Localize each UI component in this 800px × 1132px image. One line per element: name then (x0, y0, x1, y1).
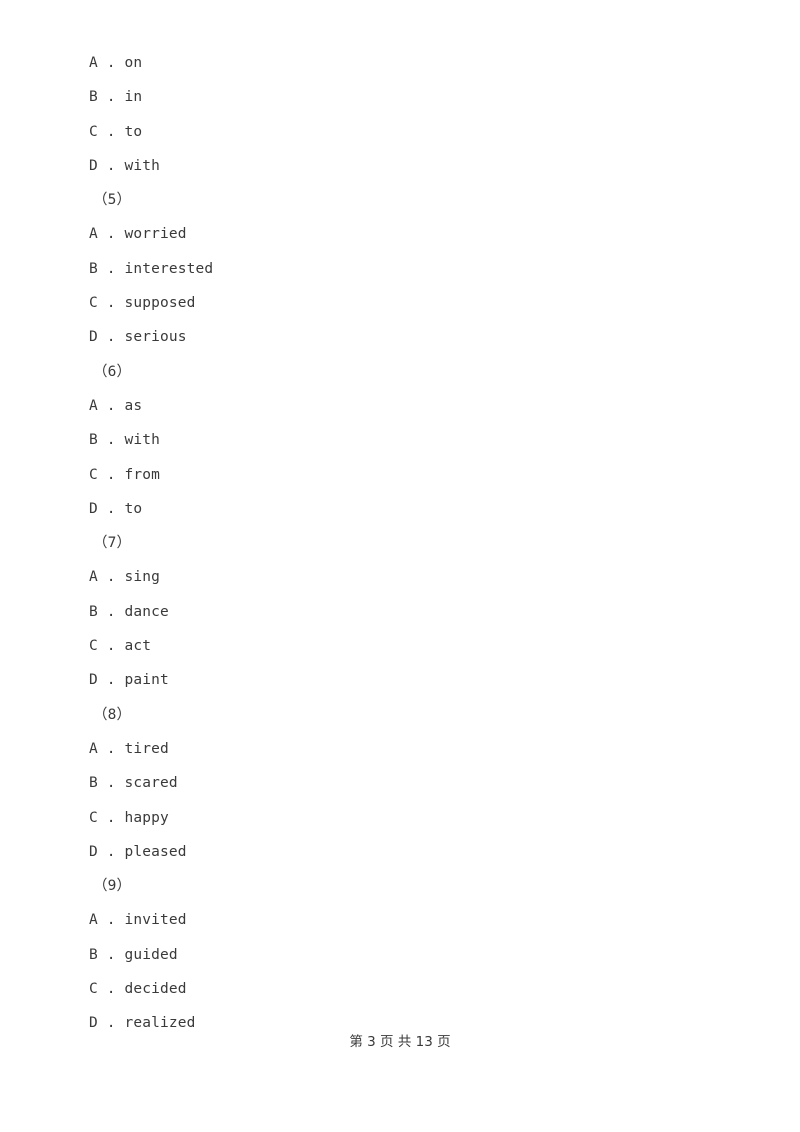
page-footer: 第 3 页 共 13 页 (349, 1034, 451, 1050)
question-options-content: A . on B . in C . to D . with （5） A . worried… (0, 0, 800, 1041)
answer-option[interactable]: C . act (0, 629, 800, 663)
question-group-label: （6） (93, 363, 132, 380)
question-group-label: （9） (93, 878, 132, 895)
question-group-label: （7） (93, 535, 132, 552)
answer-option[interactable]: B . with (0, 423, 800, 457)
answer-option[interactable]: D . with (0, 149, 800, 183)
answer-option[interactable]: C . happy (0, 801, 800, 835)
answer-option[interactable]: C . decided (0, 972, 800, 1006)
question-group-label: （8） (93, 706, 132, 723)
answer-option[interactable]: A . as (0, 389, 800, 423)
answer-option[interactable]: D . pleased (0, 835, 800, 869)
answer-option[interactable]: B . dance (0, 595, 800, 629)
answer-option[interactable]: B . interested (0, 252, 800, 286)
answer-option[interactable]: C . from (0, 458, 800, 492)
answer-option[interactable]: B . in (0, 80, 800, 114)
answer-option[interactable]: C . to (0, 115, 800, 149)
document-page: A . on B . in C . to D . with （5） A . worried… (0, 0, 800, 1132)
answer-option[interactable]: B . guided (0, 938, 800, 972)
answer-option[interactable]: A . on (0, 46, 800, 80)
answer-option[interactable]: D . paint (0, 663, 800, 697)
answer-option[interactable]: D . serious (0, 320, 800, 354)
option-line-list: A . on B . in C . to D . with （5） A . worried… (0, 46, 800, 1041)
answer-option[interactable]: A . tired (0, 732, 800, 766)
question-group-label: （5） (93, 192, 132, 209)
answer-option[interactable]: B . scared (0, 766, 800, 800)
answer-option[interactable]: D . to (0, 492, 800, 526)
answer-option[interactable]: C . supposed (0, 286, 800, 320)
top-margin-spacer (0, 0, 800, 46)
answer-option[interactable]: A . invited (0, 903, 800, 937)
answer-option[interactable]: A . worried (0, 217, 800, 251)
answer-option[interactable]: A . sing (0, 560, 800, 594)
